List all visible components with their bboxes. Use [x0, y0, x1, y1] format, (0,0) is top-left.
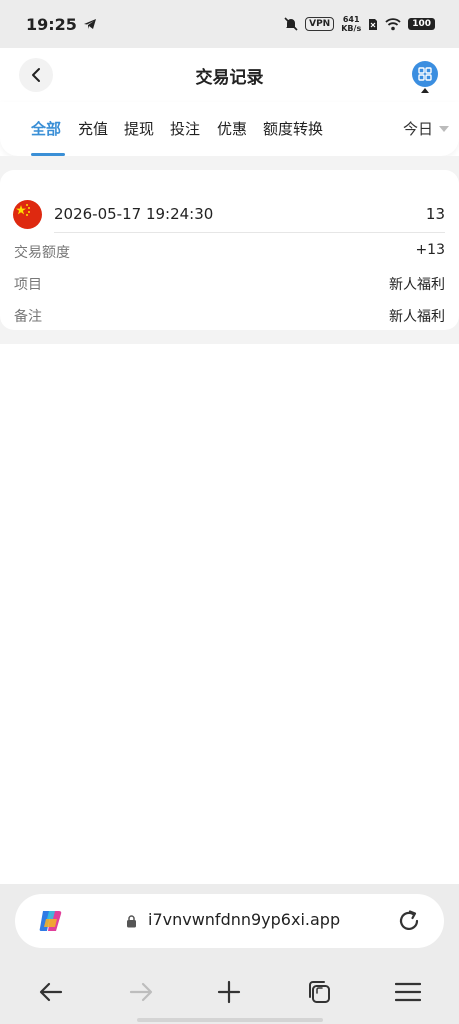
address-bar[interactable]: i7vnvwnfdnn9yp6xi.app [15, 894, 444, 948]
status-time: 19:25 [26, 14, 77, 34]
date-filter-dropdown[interactable]: 今日 [403, 118, 449, 139]
tabs-button[interactable] [299, 972, 339, 1012]
lock-icon [127, 915, 136, 928]
chevron-down-icon [439, 125, 449, 132]
arrow-right-icon [129, 982, 153, 1002]
record-timestamp: 2026-05-17 19:24:30 [54, 205, 214, 223]
record-card[interactable]: 2026-05-17 19:24:30 13 交易额度 +13 项目 新人福利 … [0, 170, 459, 330]
refresh-icon[interactable] [396, 908, 422, 934]
page-header: 交易记录 [0, 48, 459, 102]
wifi-icon [385, 17, 401, 30]
status-bar: 19:25 VPN 641 KB/s 100 [0, 0, 459, 48]
sim-icon [369, 18, 378, 30]
field-label-note: 备注 [14, 309, 42, 325]
browser-menu-button[interactable] [388, 972, 428, 1012]
plus-icon [217, 980, 241, 1004]
back-button[interactable] [19, 58, 53, 92]
field-label-amount: 交易额度 [14, 245, 70, 261]
browser-nav-row [0, 972, 459, 1012]
battery-indicator: 100 [408, 18, 435, 30]
tab-transfer[interactable]: 额度转换 [263, 118, 323, 139]
tabs-icon [309, 981, 330, 1003]
divider [54, 232, 445, 233]
tab-all[interactable]: 全部 [31, 118, 61, 139]
grid-icon [418, 67, 432, 81]
field-value-note: 新人福利 [389, 309, 445, 325]
tab-withdraw[interactable]: 提现 [124, 118, 154, 139]
hamburger-icon [395, 982, 421, 1002]
tab-deposit[interactable]: 充值 [78, 118, 108, 139]
home-indicator [137, 1018, 323, 1022]
vpn-badge: VPN [305, 17, 335, 31]
copilot-icon[interactable] [37, 907, 65, 935]
arrow-left-icon [39, 982, 63, 1002]
field-value-amount: +13 [415, 242, 445, 258]
url-text: i7vnvwnfdnn9yp6xi.app [148, 910, 341, 929]
records-list: 2026-05-17 19:24:30 13 交易额度 +13 项目 新人福利 … [0, 156, 459, 344]
category-tabs: 全部 充值 提现 投注 优惠 额度转换 今日 [0, 102, 459, 156]
nav-forward-button[interactable] [121, 972, 161, 1012]
field-label-item: 项目 [14, 277, 42, 293]
telegram-icon [83, 19, 96, 29]
menu-button[interactable] [412, 61, 438, 93]
date-filter-value: 今日 [402, 120, 433, 138]
nav-back-button[interactable] [31, 972, 71, 1012]
new-tab-button[interactable] [209, 972, 249, 1012]
page-title: 交易记录 [195, 67, 264, 88]
network-speed: 641 KB/s [341, 15, 362, 33]
tab-promo[interactable]: 优惠 [217, 118, 247, 139]
chevron-left-icon [32, 68, 40, 82]
browser-toolbar: i7vnvwnfdnn9yp6xi.app [0, 884, 459, 1024]
record-amount: 13 [425, 205, 445, 223]
tab-bet[interactable]: 投注 [170, 118, 200, 139]
field-value-item: 新人福利 [389, 277, 445, 293]
china-flag-icon [13, 200, 42, 229]
mute-icon [284, 17, 298, 31]
menu-caret-icon [421, 88, 429, 93]
